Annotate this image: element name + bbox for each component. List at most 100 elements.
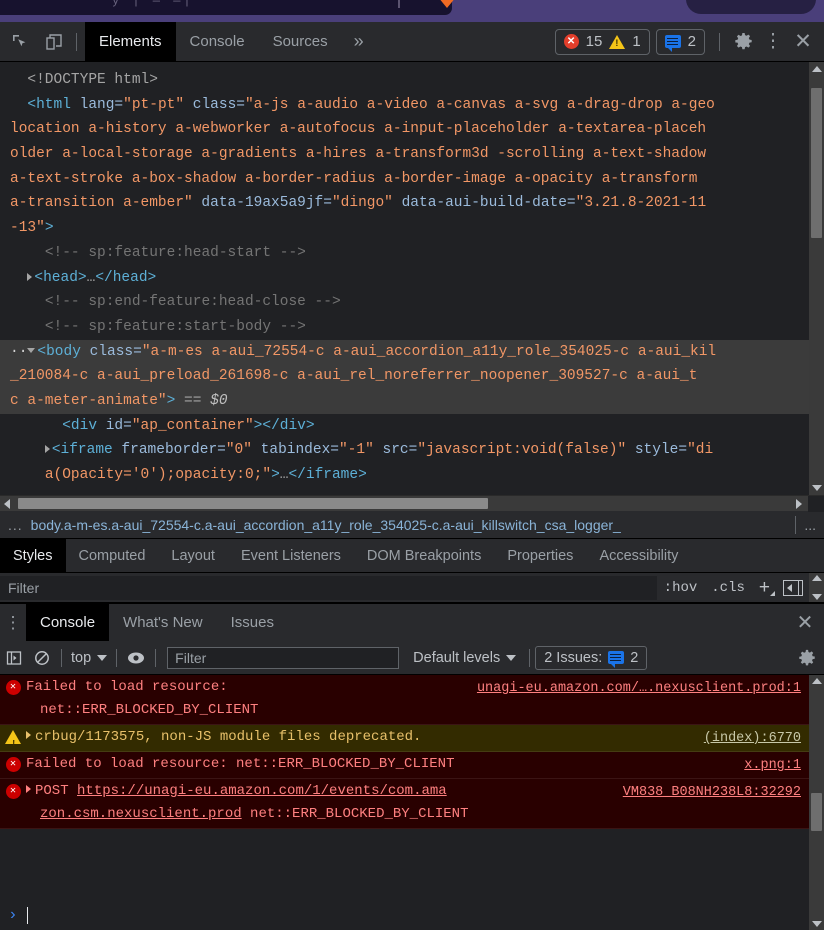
console-message[interactable]: ✕ Failed to load resource: net::ERR_BLOCK… <box>0 752 809 779</box>
dom-horizontal-scrollbar[interactable] <box>0 495 824 512</box>
message-fragment[interactable]: zon.csm.nexusclient.prod <box>40 806 242 822</box>
inspect-element-icon[interactable] <box>6 28 34 56</box>
dom-node-line[interactable]: a(Opacity='0');opacity:0;">…</iframe> <box>0 463 809 488</box>
dom-node-line[interactable]: -13"> <box>0 216 809 241</box>
styles-scrollbar[interactable] <box>809 573 824 602</box>
dom-node-line[interactable]: ·· <body class="a-m-es a-aui_72554-c a-au… <box>0 339 809 365</box>
dom-node-line[interactable]: a-text-stroke a-box-shadow a-border-radi… <box>0 167 809 192</box>
dom-token: frameborder= <box>112 442 226 459</box>
toggle-sidebar-icon[interactable] <box>783 579 803 596</box>
dom-node-line[interactable]: <head>…</head> <box>0 266 809 291</box>
message-source-link[interactable]: unagi-eu.amazon.com/….nexusclient.prod:1 <box>477 677 801 700</box>
console-context-selector[interactable]: top <box>67 650 111 666</box>
tab-layout[interactable]: Layout <box>158 539 228 572</box>
dom-tree-panel[interactable]: <!DOCTYPE html> <html lang="pt-pt" class… <box>0 62 824 495</box>
drawer-tab-whats-new[interactable]: What's New <box>109 604 217 641</box>
clear-console-icon[interactable] <box>28 650 56 666</box>
tab-sources[interactable]: Sources <box>259 22 342 62</box>
tab-styles[interactable]: Styles <box>0 539 66 572</box>
dom-node-line[interactable]: <iframe frameborder="0" tabindex="-1" sr… <box>0 438 809 463</box>
message-fragment: POST <box>35 783 78 799</box>
expand-arrow-icon[interactable] <box>26 731 31 739</box>
close-icon[interactable]: ✕ <box>786 604 824 641</box>
console-levels-selector[interactable]: Default levels <box>405 650 524 666</box>
dom-tree[interactable]: <!DOCTYPE html> <html lang="pt-pt" class… <box>0 62 809 495</box>
vertical-dots-icon[interactable]: ⋮ <box>0 604 26 641</box>
console-message[interactable]: ✕ POST https://unagi-eu.amazon.com/1/even… <box>0 779 809 829</box>
breadcrumb-selected[interactable]: body.a-m-es.a-aui_72554-c.a-aui_accordio… <box>31 517 796 533</box>
issue-counters[interactable]: ✕ 15 1 <box>554 28 650 55</box>
drawer-tab-issues[interactable]: Issues <box>217 604 288 641</box>
scrollbar-thumb[interactable] <box>811 793 822 831</box>
dom-token: <!-- sp:feature:start-body --> <box>44 318 306 335</box>
dom-vertical-scrollbar[interactable] <box>809 62 824 495</box>
tab-console[interactable]: Console <box>176 22 259 62</box>
console-message[interactable]: ✕ Failed to load resource: net::ERR_BLOCK… <box>0 675 809 725</box>
hov-button[interactable]: :hov <box>657 580 705 596</box>
scroll-down-icon[interactable] <box>811 921 822 927</box>
scroll-down-icon[interactable] <box>811 485 822 491</box>
console-message[interactable]: crbug/1173575, non-JS module files depre… <box>0 725 809 756</box>
scroll-up-icon[interactable] <box>811 575 822 581</box>
styles-filter-input[interactable] <box>0 575 657 600</box>
gear-icon[interactable] <box>798 649 816 667</box>
console-vertical-scrollbar[interactable] <box>809 675 824 930</box>
plus-icon[interactable]: + <box>752 577 777 599</box>
dom-token: <body <box>37 343 81 360</box>
dom-node-line[interactable]: a-transition a-ember" data-19ax5a9jf="di… <box>0 191 809 216</box>
message-source-link[interactable]: x.png:1 <box>744 754 801 777</box>
dom-token: "a-js a-audio a-video a-canvas a-svg a-d… <box>244 96 715 113</box>
hscrollbar-thumb[interactable] <box>18 498 488 509</box>
dom-node-line[interactable]: <!DOCTYPE html> <box>0 68 809 93</box>
cls-button[interactable]: .cls <box>704 580 752 596</box>
device-toolbar-icon[interactable] <box>40 28 68 56</box>
message-source-link[interactable]: VM838_B08NH238L8:32292 <box>623 781 801 804</box>
scroll-up-icon[interactable] <box>811 66 822 72</box>
drawer-tab-console[interactable]: Console <box>26 604 110 641</box>
dom-node-line[interactable]: location a-history a-webworker a-autofoc… <box>0 117 809 142</box>
close-icon[interactable]: ✕ <box>788 27 818 57</box>
console-sidebar-icon[interactable] <box>0 650 28 666</box>
console-toolbar: top Default levels 2 Issues: 2 <box>0 641 824 675</box>
breadcrumb-overflow-left[interactable]: ... <box>0 517 31 533</box>
vertical-dots-icon[interactable]: ⋮ <box>758 27 788 57</box>
dom-node-line[interactable]: <div id="ap_container"></div> <box>0 414 809 439</box>
tab-dom-breakpoints[interactable]: DOM Breakpoints <box>354 539 494 572</box>
tab-elements[interactable]: Elements <box>85 21 176 62</box>
console-filter-input[interactable] <box>167 646 400 669</box>
dom-node-line[interactable]: _210084-c a-aui_preload_261698-c a-aui_r… <box>0 364 809 389</box>
message-counter[interactable]: 2 <box>655 28 705 55</box>
console-prompt[interactable]: › <box>0 900 809 930</box>
expand-arrow-icon[interactable] <box>27 272 33 281</box>
breadcrumb-overflow-right[interactable]: ... <box>796 517 824 533</box>
scroll-up-icon[interactable] <box>811 678 822 684</box>
tab-computed[interactable]: Computed <box>66 539 159 572</box>
dom-node-line[interactable]: older a-local-storage a-gradients a-hire… <box>0 142 809 167</box>
dom-node-line[interactable]: <html lang="pt-pt" class="a-js a-audio a… <box>0 93 809 118</box>
gear-icon[interactable] <box>728 27 758 57</box>
scroll-right-icon[interactable] <box>796 498 802 509</box>
dom-node-line[interactable]: <!-- sp:feature:head-start --> <box>0 241 809 266</box>
dom-token: a-text-stroke a-box-shadow a-border-radi… <box>10 170 698 187</box>
console-message-list[interactable]: ✕ Failed to load resource: net::ERR_BLOCK… <box>0 675 809 900</box>
breadcrumb[interactable]: ... body.a-m-es.a-aui_72554-c.a-aui_acco… <box>0 511 824 539</box>
expand-arrow-icon[interactable] <box>26 785 31 793</box>
tab-accessibility[interactable]: Accessibility <box>586 539 691 572</box>
message-source-link[interactable]: (index):6770 <box>704 727 801 750</box>
message-fragment[interactable]: https://unagi-eu.amazon.com/1/events/com… <box>77 783 447 799</box>
console-issues-button[interactable]: 2 Issues: 2 <box>535 645 648 670</box>
live-expression-icon[interactable] <box>122 651 150 665</box>
scroll-left-icon[interactable] <box>4 498 10 509</box>
dom-node-line[interactable]: c a-meter-animate"> == $0 <box>0 388 809 414</box>
page-glyph-text: у | — —| <box>112 0 194 8</box>
scrollbar-thumb[interactable] <box>811 88 822 238</box>
console-body[interactable]: ✕ Failed to load resource: net::ERR_BLOCK… <box>0 675 824 930</box>
dom-node-line[interactable]: <!-- sp:feature:start-body --> <box>0 315 809 340</box>
tab-properties[interactable]: Properties <box>494 539 586 572</box>
collapse-arrow-icon[interactable] <box>27 348 36 354</box>
more-tabs-button[interactable]: » <box>342 22 376 62</box>
expand-arrow-icon[interactable] <box>44 445 50 454</box>
tab-event-listeners[interactable]: Event Listeners <box>228 539 354 572</box>
scroll-down-icon[interactable] <box>811 594 822 600</box>
dom-node-line[interactable]: <!-- sp:end-feature:head-close --> <box>0 290 809 315</box>
